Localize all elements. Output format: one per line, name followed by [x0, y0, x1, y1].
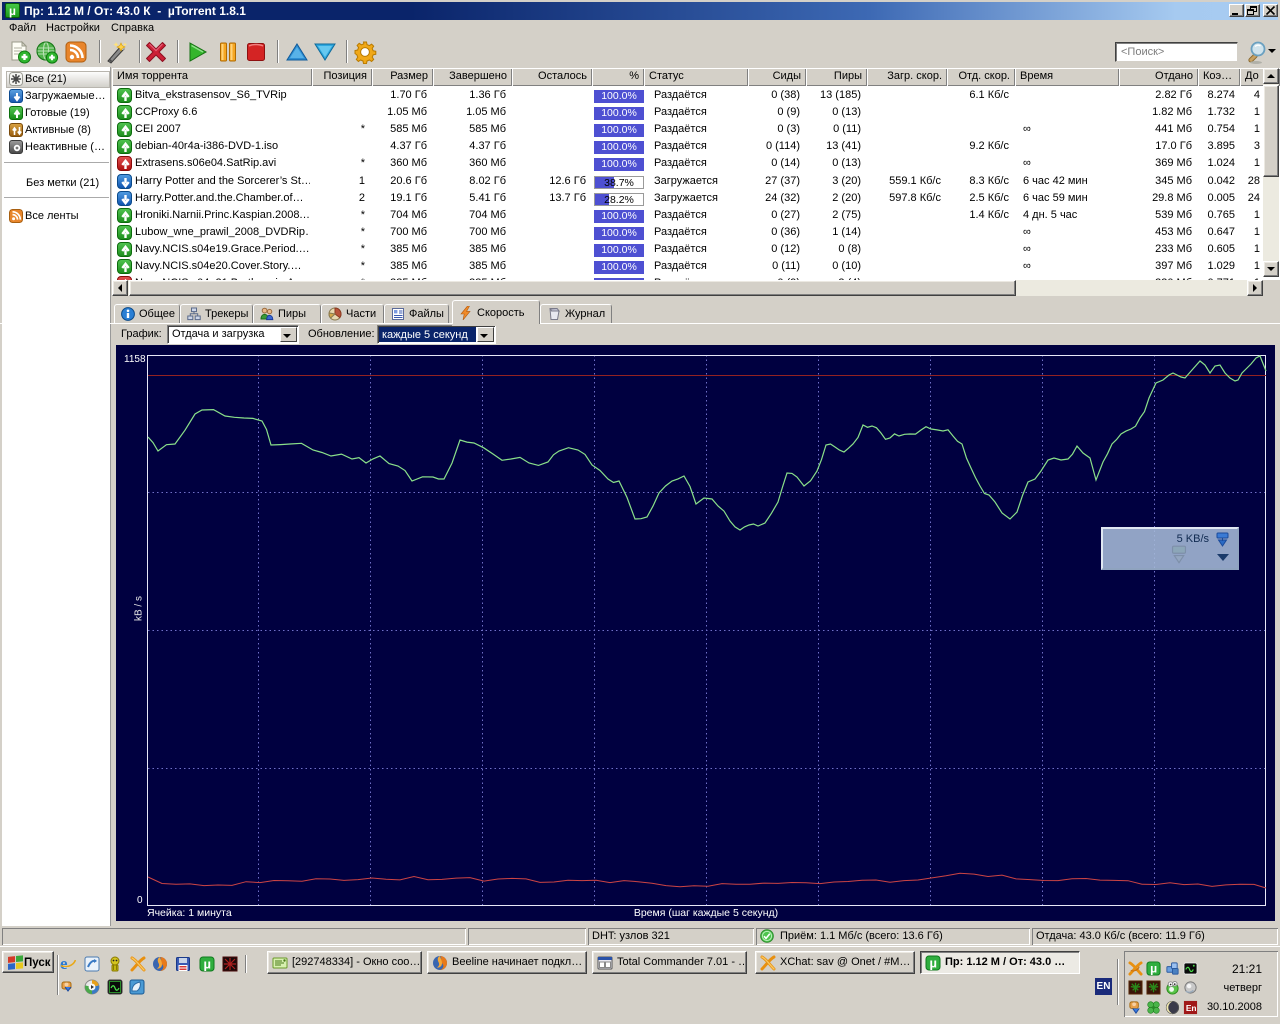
svg-text:µ: µ [929, 956, 937, 971]
svg-text:µ: µ [203, 957, 211, 972]
svg-text:µ: µ [1150, 962, 1157, 976]
svg-text:En: En [1186, 1003, 1197, 1013]
